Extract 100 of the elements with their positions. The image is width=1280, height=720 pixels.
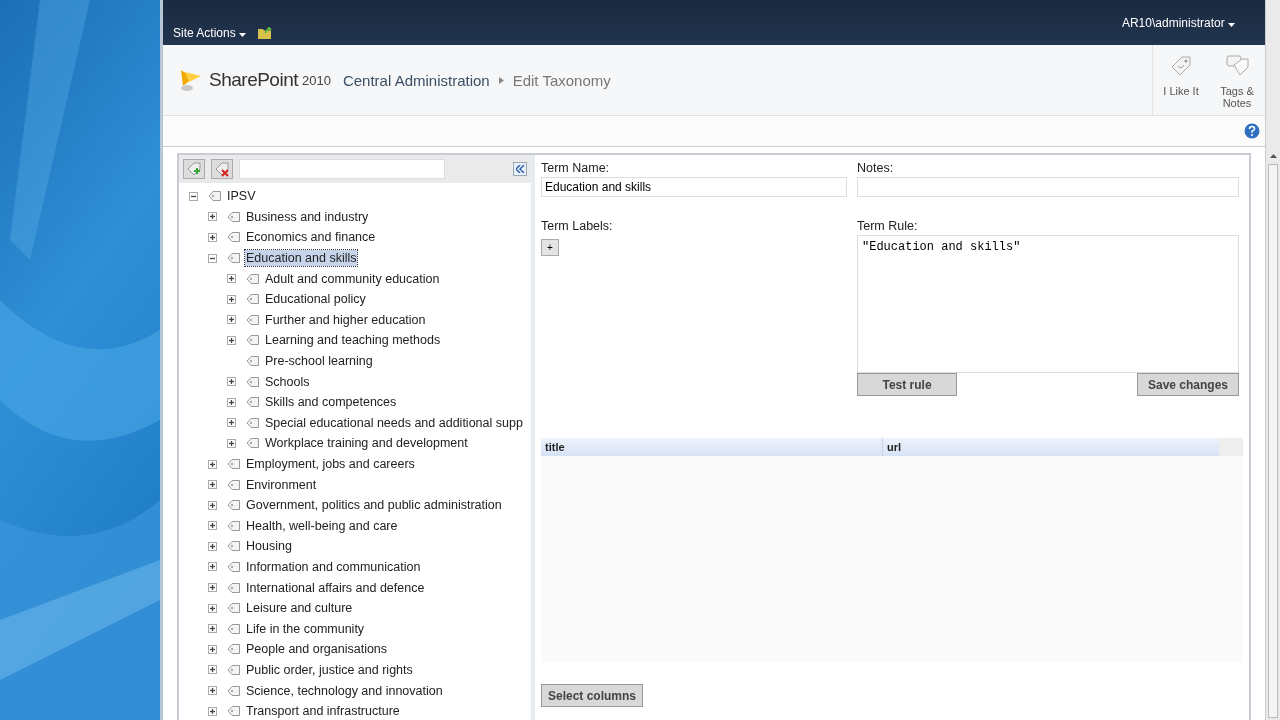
expand-toggle[interactable]	[208, 459, 217, 469]
tag-icon	[246, 375, 260, 388]
field-label: Term Name:	[541, 161, 611, 175]
tag-icon	[246, 355, 260, 368]
tag-icon	[227, 231, 241, 244]
add-label-button[interactable]: +	[541, 239, 559, 256]
tag-icon	[227, 643, 241, 656]
tree-item[interactable]: Government, politics and public administration	[245, 497, 503, 514]
tree-item[interactable]: Schools	[264, 373, 311, 390]
tree-item[interactable]: Life in the community	[245, 620, 366, 637]
tag-icon	[246, 293, 260, 306]
tag-icon	[227, 210, 241, 223]
tag-icon	[227, 519, 241, 532]
expand-toggle[interactable]	[208, 541, 217, 551]
expand-toggle[interactable]	[208, 233, 217, 242]
tag-icon	[227, 499, 241, 512]
field-label: Notes:	[857, 161, 895, 175]
delete-term-button[interactable]	[211, 159, 233, 179]
tag-icon	[227, 581, 241, 594]
tree-item[interactable]: Skills and competences	[264, 394, 398, 411]
column-header[interactable]: title	[541, 438, 883, 456]
term-name-field[interactable]: Education and skills	[541, 177, 847, 197]
term-rule-field[interactable]: "Education and skills"	[857, 235, 1239, 373]
search-field[interactable]	[239, 159, 445, 179]
expand-toggle[interactable]	[208, 665, 217, 675]
tag-icon	[246, 272, 260, 285]
tree-item[interactable]: Business and industry	[245, 208, 370, 225]
expand-toggle[interactable]	[208, 480, 217, 490]
tag-icon	[227, 540, 241, 553]
tag-icon	[227, 684, 241, 697]
tag-icon	[227, 602, 241, 615]
tree-item[interactable]: Economics and finance	[245, 229, 377, 246]
expand-toggle[interactable]	[208, 624, 217, 634]
tags-notes-button[interactable]: Tags & Notes	[1209, 45, 1265, 115]
tag-icon	[227, 458, 241, 470]
select-columns-button[interactable]: Select columns	[541, 684, 644, 707]
expand-toggle[interactable]	[227, 438, 236, 448]
logo-version: 2010	[302, 72, 331, 88]
tree-item[interactable]: Leisure and culture	[245, 600, 354, 617]
tree-item[interactable]: Special educational needs and additional supp	[264, 414, 524, 431]
tree-item[interactable]: Public order, justice and rights	[245, 661, 414, 678]
expand-toggle[interactable]	[227, 274, 236, 284]
tree-item[interactable]: Learning and teaching methods	[264, 332, 442, 349]
help-icon[interactable]	[1244, 123, 1260, 139]
expand-toggle[interactable]	[227, 335, 236, 345]
expand-toggle[interactable]	[208, 686, 217, 696]
test-rule-button[interactable]: Test rule	[857, 373, 957, 396]
tree-item[interactable]: International affairs and defence	[245, 579, 426, 596]
column-header[interactable]: url	[883, 438, 1219, 456]
expand-toggle[interactable]	[227, 397, 236, 407]
expand-toggle[interactable]	[208, 212, 217, 222]
caret-icon	[239, 33, 247, 37]
tree-item[interactable]: Adult and community education	[264, 270, 441, 287]
expand-toggle[interactable]	[208, 521, 217, 531]
tree-item[interactable]: Transport and infrastructure	[245, 703, 401, 720]
breadcrumb-separator-icon	[498, 76, 504, 84]
tree-item[interactable]: Pre-school learning	[264, 353, 374, 370]
tree-item[interactable]: IPSV	[226, 188, 257, 205]
tree-item[interactable]: Employment, jobs and careers	[245, 456, 416, 472]
save-button[interactable]: Save changes	[1136, 373, 1239, 396]
tree-item[interactable]: Science, technology and innovation	[245, 682, 444, 699]
folder-icon[interactable]	[258, 27, 274, 39]
tag-icon	[227, 478, 241, 491]
breadcrumb-link[interactable]: Central Administration	[342, 71, 490, 89]
tree-item[interactable]: Information and communication	[245, 559, 422, 575]
expand-toggle[interactable]	[227, 315, 236, 325]
tree-item[interactable]: Health, well-being and care	[245, 517, 399, 534]
collapse-panel-button[interactable]	[513, 162, 527, 176]
expand-toggle[interactable]	[227, 418, 236, 428]
add-term-button[interactable]	[183, 159, 205, 179]
scrollbar[interactable]	[1265, 0, 1280, 720]
collapse-toggle[interactable]	[208, 253, 217, 263]
site-actions-menu[interactable]: Site Actions	[173, 26, 247, 40]
expand-toggle[interactable]	[227, 377, 236, 387]
collapse-toggle[interactable]	[189, 191, 198, 201]
tree-item[interactable]: Educational policy	[264, 291, 367, 308]
expand-toggle[interactable]	[227, 294, 236, 304]
expand-toggle[interactable]	[208, 603, 217, 613]
expand-toggle[interactable]	[208, 706, 217, 716]
expand-toggle[interactable]	[208, 500, 217, 510]
tree-item[interactable]: People and organisations	[245, 641, 389, 658]
tree-item[interactable]: Housing	[245, 538, 293, 555]
notes-field[interactable]	[857, 177, 1239, 197]
tag-icon	[246, 396, 260, 409]
tag-icon	[227, 561, 241, 573]
tree-item[interactable]: Workplace training and development	[264, 435, 469, 452]
field-label: Term Labels:	[541, 219, 614, 233]
expand-toggle[interactable]	[208, 562, 217, 572]
expand-toggle[interactable]	[208, 644, 217, 654]
expand-toggle[interactable]	[208, 583, 217, 593]
tree-item[interactable]: Environment	[245, 476, 318, 493]
tag-icon	[246, 313, 260, 326]
user-menu[interactable]: AR10\administrator	[1121, 16, 1235, 30]
like-button[interactable]: I Like It	[1153, 45, 1209, 115]
tree-item[interactable]: Further and higher education	[264, 311, 427, 328]
tree-item[interactable]: Education and skills	[245, 250, 358, 267]
tag-icon	[227, 622, 241, 635]
logo-text: SharePoint	[209, 69, 298, 91]
caret-icon	[1228, 23, 1235, 27]
scroll-up-icon[interactable]	[1269, 154, 1277, 158]
